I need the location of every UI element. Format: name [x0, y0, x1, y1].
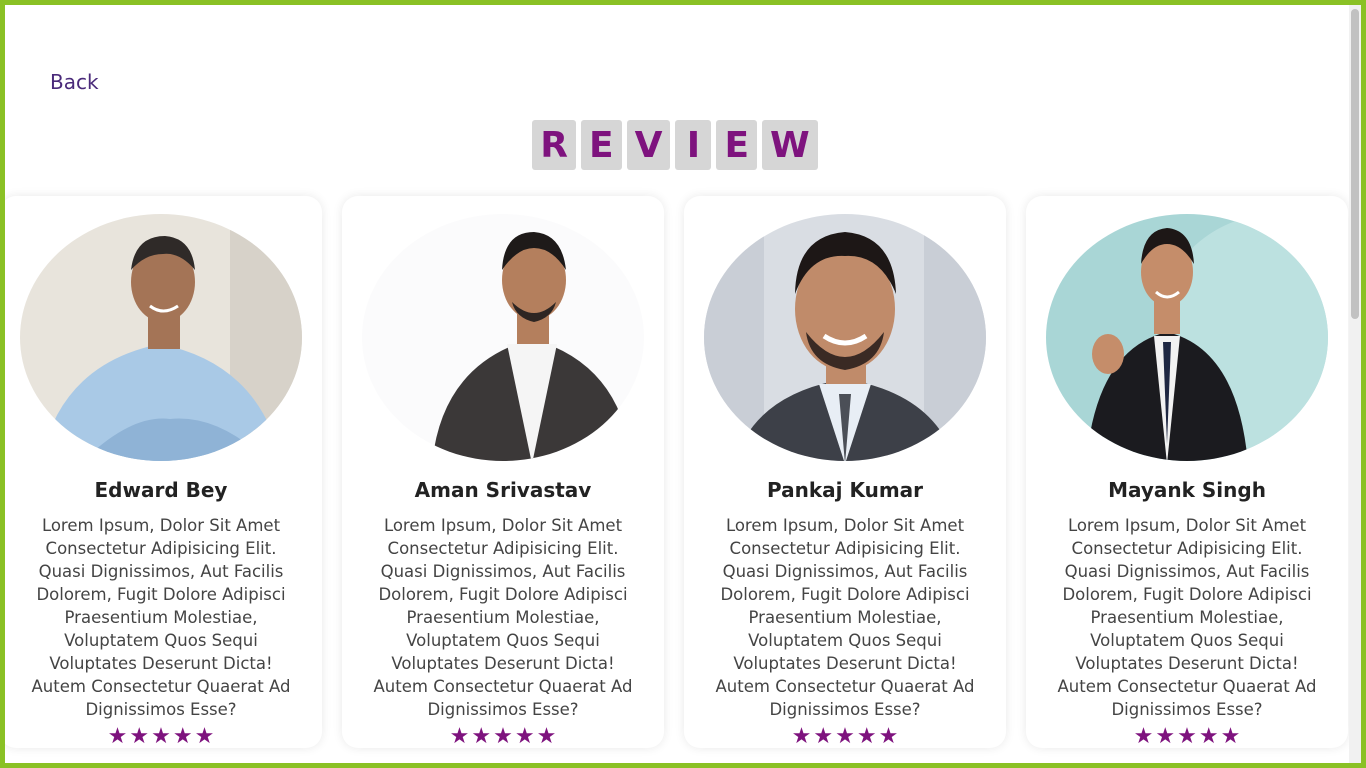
- star-icon: ★: [151, 724, 171, 749]
- back-link[interactable]: Back: [50, 70, 99, 94]
- star-icon: ★: [471, 724, 492, 749]
- reviewer-name: Mayank Singh: [1108, 478, 1266, 502]
- review-heading: R E V I E W: [0, 120, 1350, 170]
- star-rating: ★ ★ ★ ★ ★: [1134, 726, 1241, 748]
- heading-letter: W: [762, 120, 818, 170]
- star-icon: ★: [172, 724, 193, 749]
- star-icon: ★: [514, 724, 535, 749]
- reviewer-name: Edward Bey: [94, 478, 228, 502]
- review-card: Mayank Singh Lorem Ipsum, Dolor Sit Amet…: [1026, 196, 1348, 748]
- review-text: Lorem Ipsum, Dolor Sit Amet Consectetur …: [715, 516, 975, 719]
- star-icon: ★: [1133, 724, 1154, 749]
- vertical-scrollbar[interactable]: [1349, 5, 1361, 763]
- star-icon: ★: [493, 724, 513, 749]
- heading-letter: V: [626, 120, 671, 170]
- star-icon: ★: [194, 724, 215, 749]
- heading-letter: E: [580, 120, 622, 170]
- star-rating: ★ ★ ★ ★ ★: [792, 726, 899, 748]
- star-icon: ★: [1155, 724, 1176, 749]
- avatar: [1046, 214, 1328, 461]
- star-rating: ★ ★ ★ ★ ★: [450, 726, 557, 748]
- star-icon: ★: [536, 724, 557, 749]
- star-icon: ★: [813, 724, 834, 749]
- star-icon: ★: [878, 724, 899, 749]
- avatar: [704, 214, 986, 461]
- review-text: Lorem Ipsum, Dolor Sit Amet Consectetur …: [373, 516, 633, 719]
- avatar: [362, 214, 644, 461]
- star-icon: ★: [107, 724, 128, 749]
- star-icon: ★: [791, 724, 812, 749]
- review-cards: Edward Bey Lorem Ipsum, Dolor Sit Amet C…: [0, 196, 1350, 748]
- review-card: Pankaj Kumar Lorem Ipsum, Dolor Sit Amet…: [684, 196, 1006, 748]
- star-icon: ★: [835, 724, 855, 749]
- star-icon: ★: [449, 724, 470, 749]
- star-icon: ★: [1220, 724, 1241, 749]
- reviewer-name: Aman Srivastav: [414, 478, 592, 502]
- star-rating: ★ ★ ★ ★ ★: [108, 726, 215, 748]
- heading-letter: R: [532, 120, 576, 170]
- star-icon: ★: [1177, 724, 1197, 749]
- reviewer-name: Pankaj Kumar: [766, 478, 924, 502]
- avatar: [20, 214, 302, 461]
- review-card: Edward Bey Lorem Ipsum, Dolor Sit Amet C…: [0, 196, 322, 748]
- review-text: Lorem Ipsum, Dolor Sit Amet Consectetur …: [31, 516, 291, 719]
- star-icon: ★: [856, 724, 877, 749]
- star-icon: ★: [1198, 724, 1219, 749]
- scrollbar-thumb[interactable]: [1351, 9, 1359, 319]
- star-icon: ★: [129, 724, 150, 749]
- review-card: Aman Srivastav Lorem Ipsum, Dolor Sit Am…: [342, 196, 664, 748]
- heading-letter: E: [716, 120, 758, 170]
- review-text: Lorem Ipsum, Dolor Sit Amet Consectetur …: [1057, 516, 1317, 719]
- heading-letter: I: [675, 120, 712, 170]
